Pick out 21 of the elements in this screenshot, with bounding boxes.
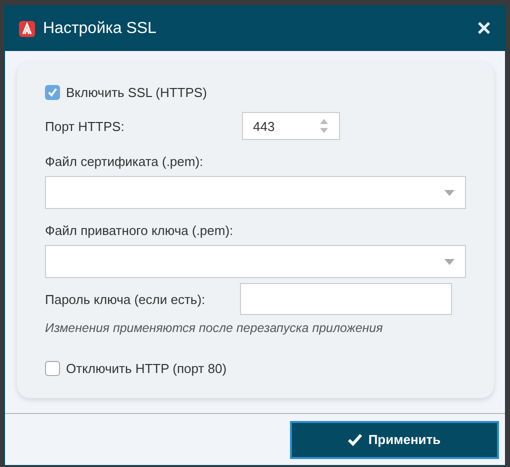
checkbox-label: Включить SSL (HTTPS) xyxy=(66,85,207,100)
port-field[interactable]: 443 xyxy=(242,112,340,140)
dropdown-field[interactable] xyxy=(45,176,466,209)
checkbox[interactable] xyxy=(45,85,60,100)
app-logo-icon xyxy=(19,20,35,36)
field-label: Файл приватного ключа (.pem): xyxy=(45,223,234,238)
spinner-arrows-icon[interactable] xyxy=(319,118,329,134)
window-title: Настройка SSL xyxy=(43,20,158,38)
field-label: Файл сертификата (.pem): xyxy=(45,154,204,169)
password-field[interactable] xyxy=(240,283,452,315)
checkbox[interactable] xyxy=(45,361,60,376)
field-label: Пароль ключа (если есть): xyxy=(45,292,206,306)
apply-button[interactable]: Применить xyxy=(290,420,499,458)
hint-text: Изменения применяются после перезапуска приложения xyxy=(45,321,384,335)
close-button[interactable]: × xyxy=(476,16,491,40)
checkbox-label: Отключить HTTP (порт 80) xyxy=(66,361,227,376)
caret-icon xyxy=(444,190,455,196)
checkmark-icon xyxy=(348,434,362,446)
field-label: Порт HTTPS: xyxy=(45,118,126,134)
caret-icon xyxy=(444,258,455,264)
dropdown-field[interactable] xyxy=(45,245,466,278)
